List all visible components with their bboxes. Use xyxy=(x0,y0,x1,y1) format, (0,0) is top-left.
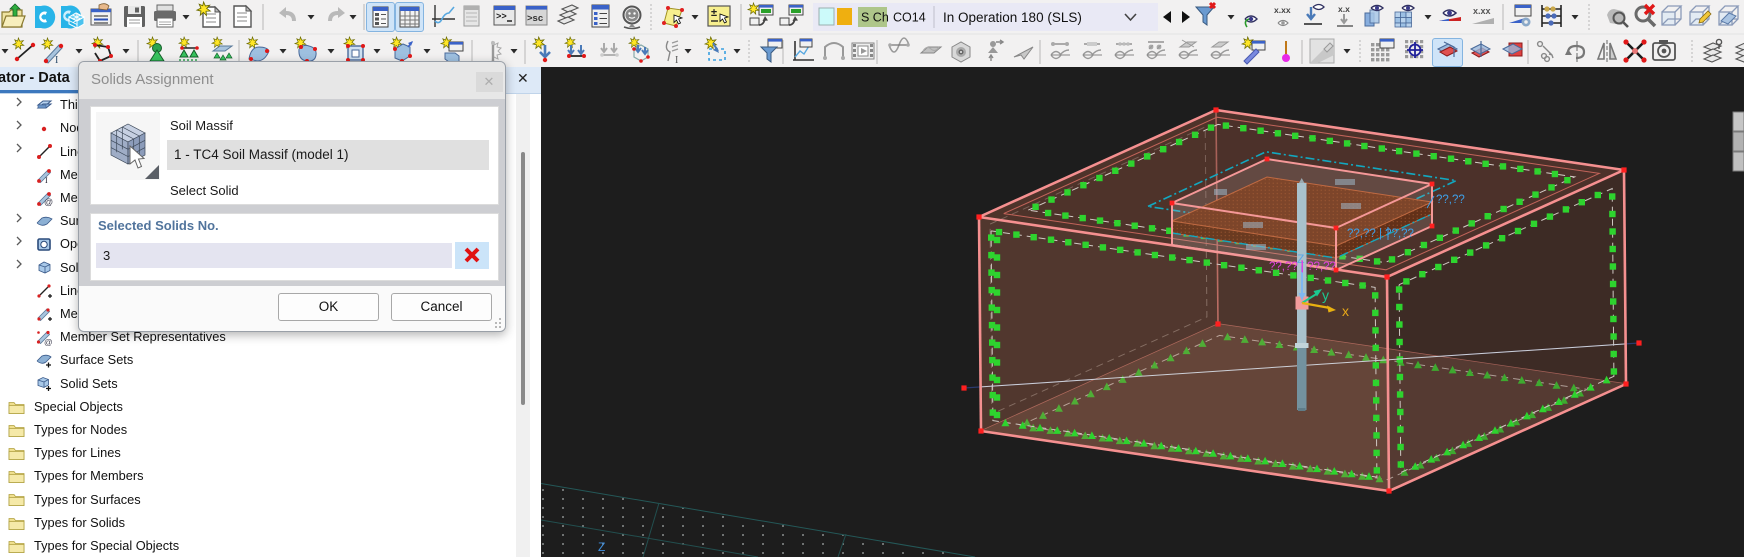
svg-text:I: I xyxy=(45,176,48,184)
svg-text:x.xx: x.xx xyxy=(1274,5,1291,15)
svg-text:x.xx: x.xx xyxy=(1473,6,1491,16)
svg-text:I: I xyxy=(675,55,678,66)
svg-text:@: @ xyxy=(44,197,53,207)
svg-text:Z: Z xyxy=(598,540,605,554)
svg-text:??,?? | ??,??: ??,?? | ??,?? xyxy=(1347,228,1414,240)
svg-text:??,??: ??,?? xyxy=(1436,194,1465,206)
svg-text:±: ± xyxy=(711,7,717,19)
svg-text:>>: >> xyxy=(496,12,507,22)
svg-text:I: I xyxy=(55,55,58,66)
svg-text:In Operation 180 (SLS): In Operation 180 (SLS) xyxy=(943,10,1082,25)
svg-text:x.x: x.x xyxy=(1338,4,1350,14)
svg-text:S Ch: S Ch xyxy=(861,11,889,25)
svg-text:>sc: >sc xyxy=(527,13,543,24)
svg-text:x: x xyxy=(1342,303,1349,319)
svg-text:@: @ xyxy=(44,337,53,346)
svg-text:CO14: CO14 xyxy=(893,11,926,25)
svg-text:y: y xyxy=(1322,287,1329,303)
